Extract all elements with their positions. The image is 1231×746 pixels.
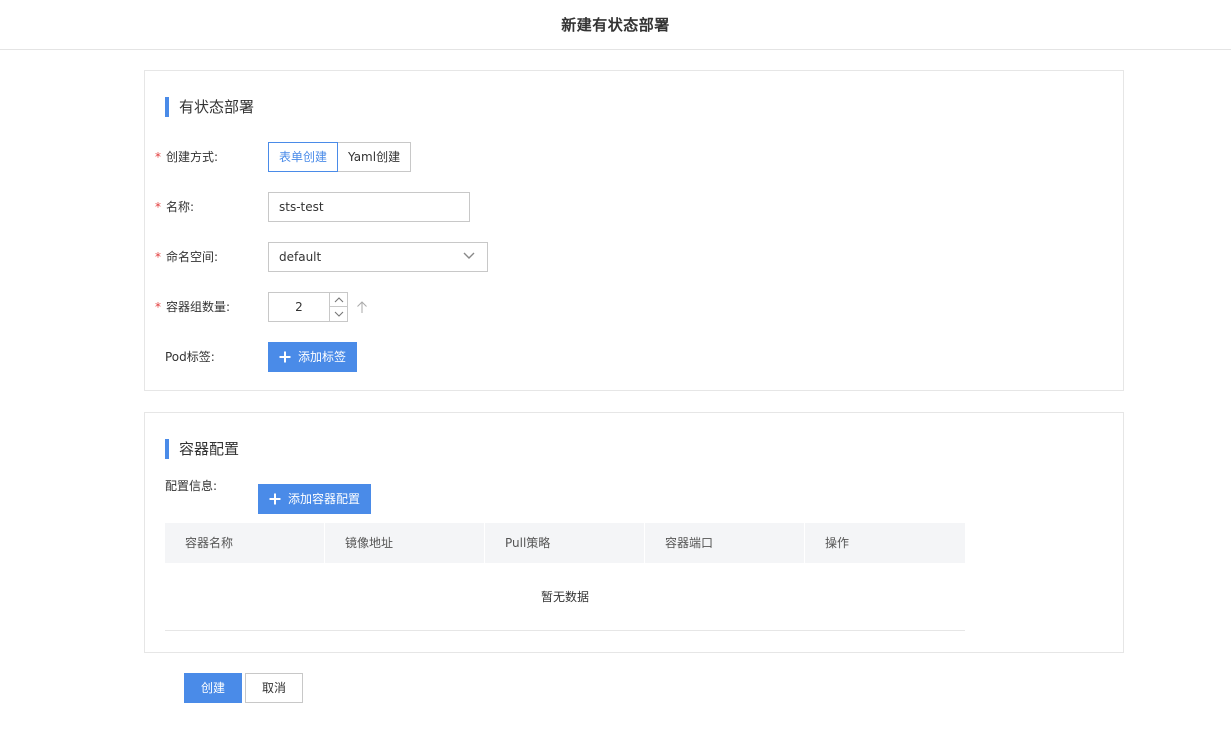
name-row: * 名称: sts-test <box>145 192 1123 222</box>
required-mark: * <box>155 150 161 164</box>
cancel-button[interactable]: 取消 <box>245 673 303 703</box>
replicas-label: * 容器组数量: <box>155 300 231 314</box>
form-create-option[interactable]: 表单创建 <box>268 142 339 172</box>
form-actions: 创建 取消 <box>184 673 303 703</box>
decrement-button[interactable] <box>329 307 348 321</box>
increment-button[interactable] <box>329 293 348 307</box>
create-mode-label: * 创建方式: <box>155 150 219 164</box>
column-header-port: 容器端口 <box>645 523 805 563</box>
config-info-row: 配置信息: 添加容器配置 <box>145 477 1123 514</box>
create-mode-toggle: 表单创建 Yaml创建 <box>268 142 412 172</box>
replicas-stepper: 2 <box>268 292 348 322</box>
column-header-image: 镜像地址 <box>325 523 485 563</box>
column-header-actions: 操作 <box>825 536 850 550</box>
namespace-value: default <box>279 250 322 264</box>
replicas-input[interactable]: 2 <box>269 293 329 321</box>
arrow-up-icon[interactable] <box>356 300 368 314</box>
page-title: 新建有状态部署 <box>561 16 670 34</box>
add-container-button[interactable]: 添加容器配置 <box>258 484 372 514</box>
namespace-label: * 命名空间: <box>155 250 219 264</box>
table-header: 容器名称 镜像地址 Pull策略 容器端口 操作 <box>165 523 965 563</box>
namespace-select[interactable]: default <box>268 242 488 272</box>
create-button[interactable]: 创建 <box>184 673 242 703</box>
chevron-up-icon <box>334 296 344 302</box>
name-input[interactable]: sts-test <box>268 192 470 222</box>
create-mode-row: * 创建方式: 表单创建 Yaml创建 <box>145 142 1123 172</box>
add-label-text: 添加标签 <box>298 350 347 364</box>
chevron-down-icon <box>334 311 344 317</box>
add-label-button[interactable]: 添加标签 <box>268 342 358 372</box>
required-mark: * <box>155 250 161 264</box>
pod-labels-label: Pod标签: <box>165 350 215 364</box>
chevron-down-icon <box>463 252 475 259</box>
replicas-row: * 容器组数量: 2 <box>145 292 1123 322</box>
basic-info-card: 有状态部署 * 创建方式: 表单创建 Yaml创建 * 名称: sts-test *… <box>144 70 1124 391</box>
pod-labels-row: Pod标签: 添加标签 <box>145 342 1123 372</box>
section-title-container: 容器配置 <box>165 439 239 459</box>
page-header: 新建有状态部署 <box>0 0 1231 50</box>
plus-icon <box>269 493 281 505</box>
plus-icon <box>279 351 291 363</box>
container-config-card: 容器配置 配置信息: 添加容器配置 容器名称 镜像地址 Pull策略 容器端口 … <box>144 412 1124 653</box>
section-title-basic: 有状态部署 <box>165 97 254 117</box>
add-container-text: 添加容器配置 <box>288 492 361 506</box>
required-mark: * <box>155 300 161 314</box>
required-mark: * <box>155 200 161 214</box>
config-info-label: 配置信息: <box>165 479 218 493</box>
container-table: 容器名称 镜像地址 Pull策略 容器端口 操作 暂无数据 <box>165 523 965 631</box>
column-header-pull-policy: Pull策略 <box>485 523 645 563</box>
namespace-row: * 命名空间: default <box>145 242 1123 272</box>
table-empty-state: 暂无数据 <box>165 563 965 631</box>
name-label: * 名称: <box>155 200 195 214</box>
yaml-create-option[interactable]: Yaml创建 <box>338 142 412 172</box>
column-header-name: 容器名称 <box>165 523 325 563</box>
